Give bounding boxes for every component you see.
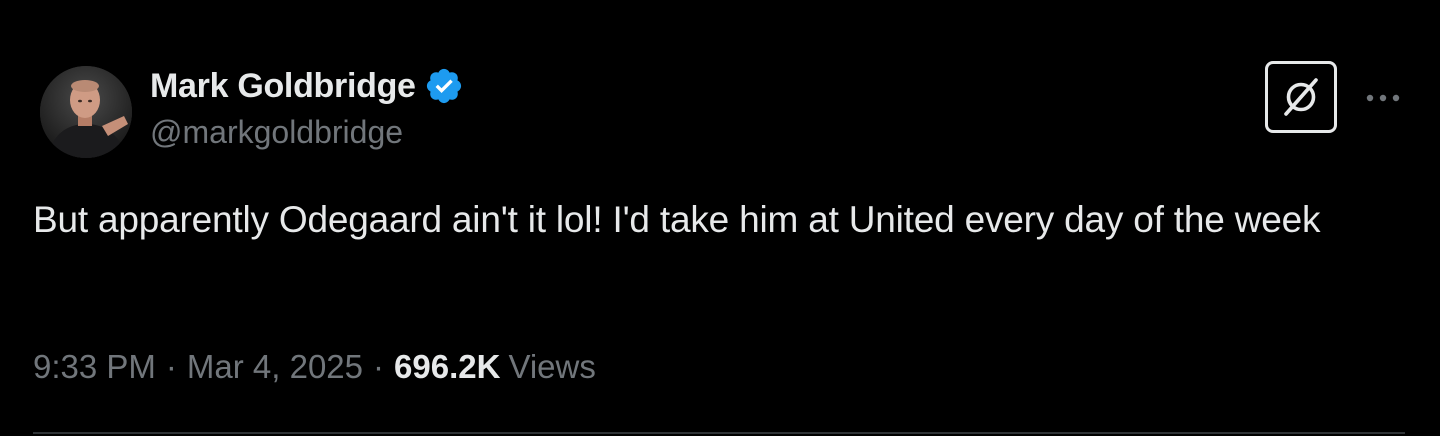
more-options-button[interactable]	[1358, 80, 1408, 116]
tweet-meta: 9:33 PM · Mar 4, 2025 · 696.2K Views	[33, 348, 596, 386]
more-options-icon	[1366, 94, 1400, 102]
grok-button[interactable]	[1265, 61, 1337, 133]
views-label[interactable]: Views	[508, 348, 595, 386]
tweet-time[interactable]: 9:33 PM	[33, 348, 156, 386]
avatar[interactable]	[40, 66, 132, 158]
author-handle[interactable]: @markgoldbridge	[150, 114, 403, 151]
meta-separator: ·	[165, 348, 177, 385]
avatar-photo	[40, 66, 132, 158]
grok-icon	[1284, 78, 1318, 116]
meta-separator: ·	[373, 348, 385, 385]
author-name-row: Mark Goldbridge	[150, 64, 464, 108]
divider	[33, 432, 1405, 434]
tweet-text: But apparently Odegaard ain't it lol! I'…	[33, 199, 1321, 240]
author-display-name[interactable]: Mark Goldbridge	[150, 67, 416, 106]
tweet-card: Mark Goldbridge @markgoldbridge But appa…	[0, 0, 1440, 436]
views-count[interactable]: 696.2K	[394, 348, 500, 386]
verified-badge-icon[interactable]	[424, 66, 464, 106]
tweet-date[interactable]: Mar 4, 2025	[187, 348, 363, 386]
